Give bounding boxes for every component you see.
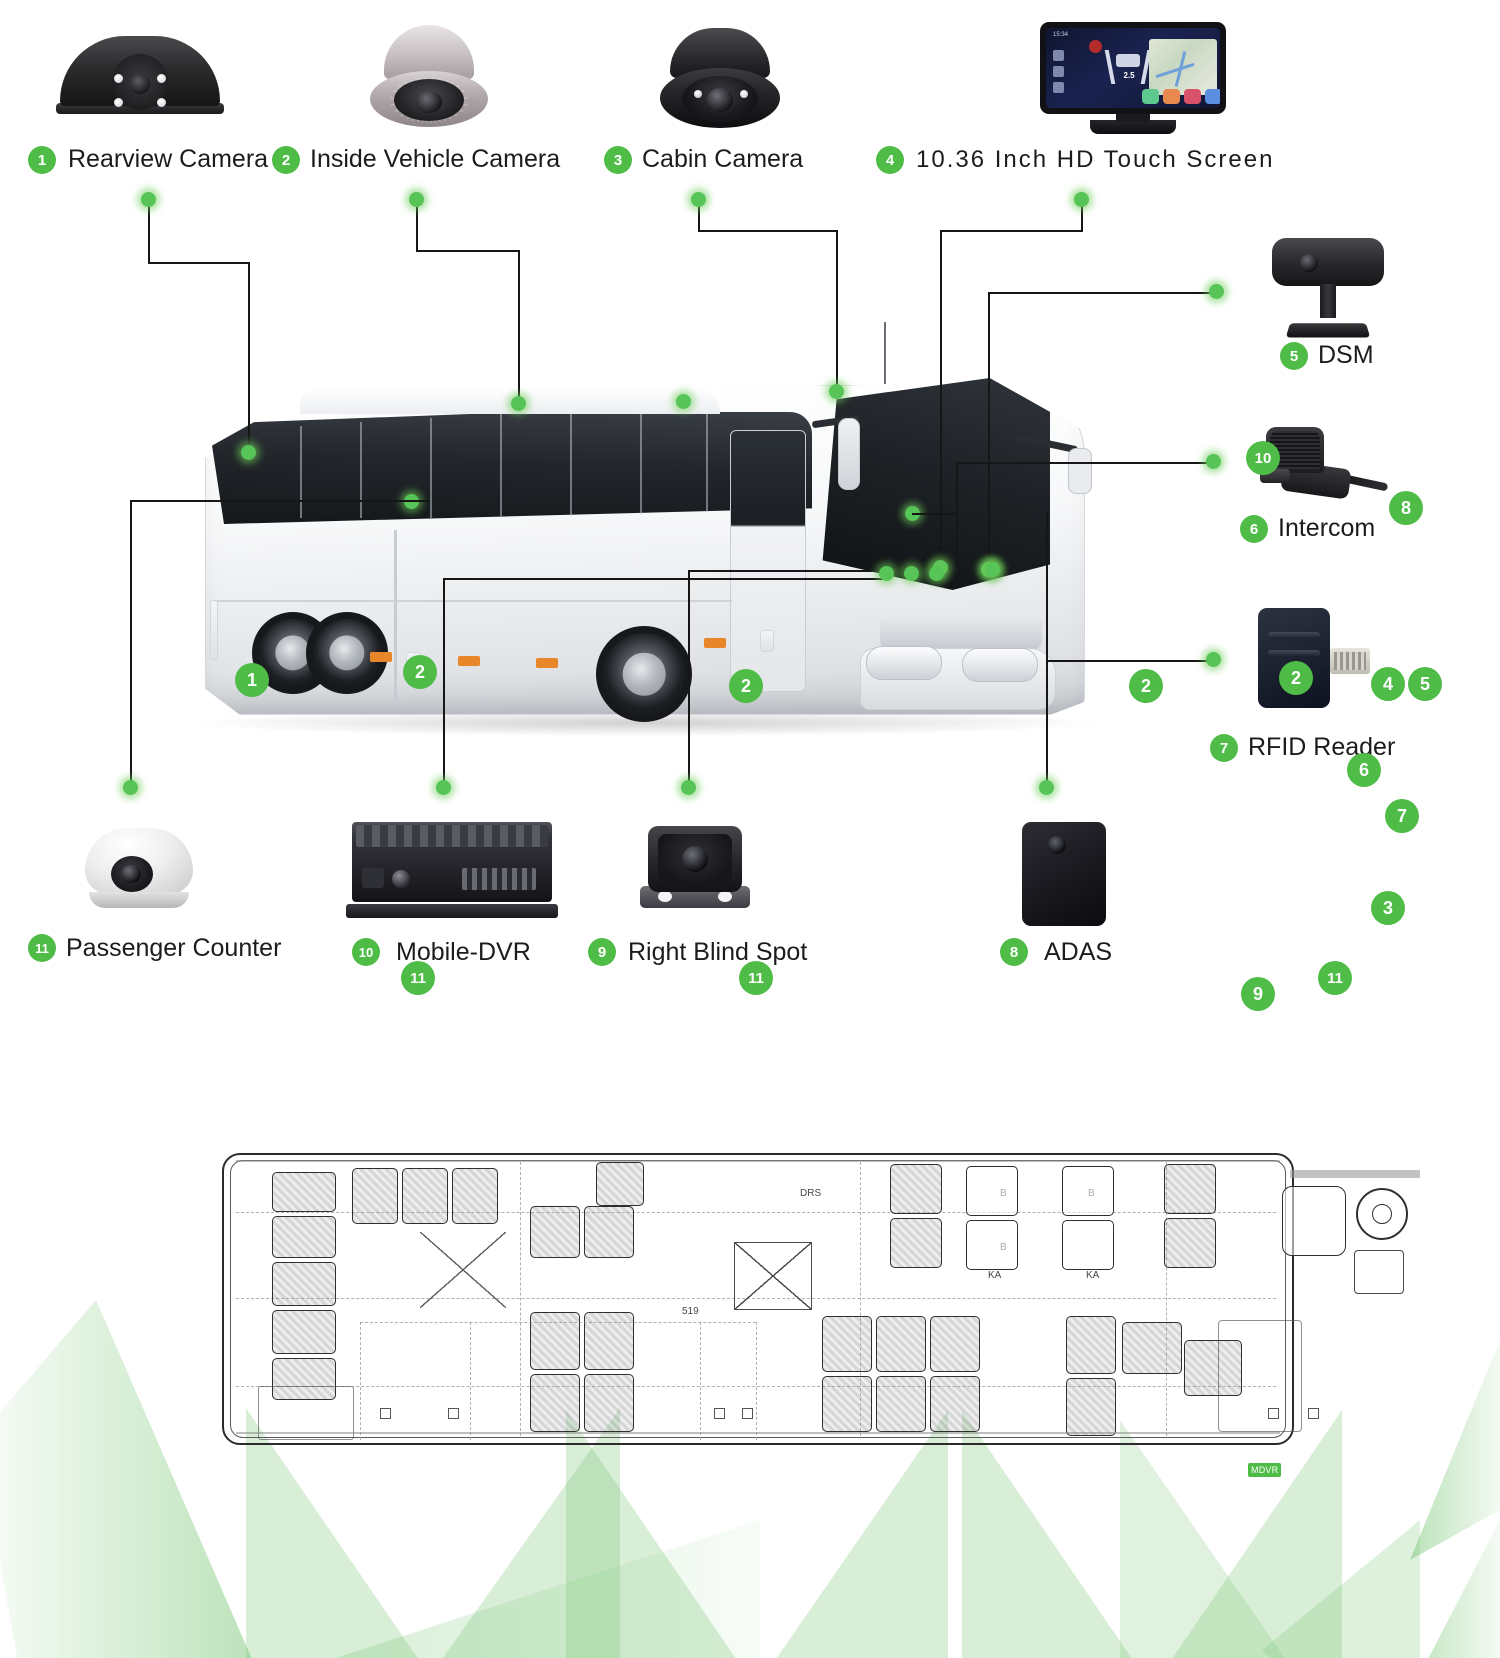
rfid-reader-icon xyxy=(1258,608,1370,708)
rearview-camera-icon xyxy=(56,28,224,114)
blind-spot-camera-icon xyxy=(640,826,750,918)
connector-line-9-v xyxy=(688,570,691,788)
legend-badge-8: 8 xyxy=(1000,938,1028,966)
mdvr-box-icon xyxy=(346,822,558,918)
legend-label-4: 10.36 Inch HD Touch Screen xyxy=(916,146,1275,173)
marker-inside-camera-a: 2 xyxy=(403,655,437,689)
connector-line-7-h xyxy=(1046,660,1216,663)
connector-line-6-h xyxy=(956,462,1216,465)
marker-passenger-counter-a: 11 xyxy=(401,961,435,995)
marker-touch-screen: 4 xyxy=(1371,667,1405,701)
connector-dot-8-label xyxy=(1039,780,1054,795)
connector-line-3-v2 xyxy=(836,230,839,390)
legend-badge-10: 10 xyxy=(352,938,380,966)
marker-cabin-camera: 3 xyxy=(1371,891,1405,925)
connector-line-8-v xyxy=(1046,512,1049,788)
legend-label-1: Rearview Camera xyxy=(68,145,269,173)
legend-label-3: Cabin Camera xyxy=(642,145,804,173)
legend-badge-6: 6 xyxy=(1240,515,1268,543)
legend-badge-9: 9 xyxy=(588,938,616,966)
connector-line-1-h xyxy=(148,262,250,265)
connector-line-2-h xyxy=(416,250,520,253)
connector-dot-7-label xyxy=(1206,652,1221,667)
marker-adas: 8 xyxy=(1389,491,1423,525)
marker-rfid-reader: 7 xyxy=(1385,799,1419,833)
connector-dot-3-bus xyxy=(829,384,844,399)
marker-right-blind-spot: 9 xyxy=(1241,977,1275,1011)
connector-line-10-v xyxy=(443,578,446,788)
connector-line-1-v1 xyxy=(148,200,151,264)
marker-dsm: 5 xyxy=(1408,667,1442,701)
marker-inside-camera-b: 2 xyxy=(729,669,763,703)
screen-speed-value: 2.5 xyxy=(1123,71,1135,80)
connector-line-2-v1 xyxy=(416,200,419,252)
connector-dot-2-bus xyxy=(511,396,526,411)
connector-line-1-v2 xyxy=(248,262,251,454)
connector-dot-10-label xyxy=(436,780,451,795)
infographic-root: 15:34 2.5 1 Rearview Camera 2 Inside Veh… xyxy=(0,0,1500,1658)
connector-dot-6-label xyxy=(1206,454,1221,469)
legend-label-6: Intercom xyxy=(1278,514,1376,542)
floorplan-label-ka-a: KA xyxy=(988,1270,1002,1281)
connector-dot-1-label xyxy=(141,192,156,207)
connector-line-10-h xyxy=(443,578,887,581)
passenger-counter-dome-icon xyxy=(85,828,193,908)
connector-dot-cluster-d xyxy=(985,562,1000,577)
connector-line-4-h xyxy=(940,230,1083,233)
marker-rearview-camera: 1 xyxy=(235,663,269,697)
legend-badge-7: 7 xyxy=(1210,734,1238,762)
connector-dot-cluster-a xyxy=(879,566,894,581)
legend-badge-2: 2 xyxy=(272,146,300,174)
connector-dot-1-bus xyxy=(241,445,256,460)
connector-dot-9-label xyxy=(681,780,696,795)
floorplan-label-ka-b: KA xyxy=(1086,1270,1100,1281)
connector-line-4-v2 xyxy=(940,230,943,568)
connector-dot-2-interior-b xyxy=(676,394,691,409)
legend-label-2: Inside Vehicle Camera xyxy=(310,145,561,173)
legend-badge-11: 11 xyxy=(28,934,56,962)
connector-line-6-v xyxy=(956,462,959,568)
legend-label-5: DSM xyxy=(1318,341,1374,369)
connector-line-2-v2 xyxy=(518,250,521,404)
adas-module-icon xyxy=(1022,822,1106,926)
connector-line-5-v xyxy=(988,292,991,570)
dome-camera-dark-icon xyxy=(660,28,780,132)
legend-badge-4: 4 xyxy=(876,146,904,174)
connector-line-5-h xyxy=(988,292,1216,295)
connector-dot-5-label xyxy=(1209,284,1224,299)
screen-clock: 15:34 xyxy=(1053,32,1069,38)
legend-label-11: Passenger Counter xyxy=(66,934,282,962)
connector-dot-2-label xyxy=(409,192,424,207)
marker-passenger-counter-b: 11 xyxy=(739,961,773,995)
bus-floorplan-diagram: DRS 519 KA KA B B B xyxy=(0,441,1500,1658)
marker-mobile-dvr: 10 xyxy=(1246,441,1280,475)
connector-line-3-h xyxy=(698,230,838,233)
legend-badge-5: 5 xyxy=(1280,342,1308,370)
connector-dot-cluster-c xyxy=(929,566,944,581)
legend-badge-1: 1 xyxy=(28,146,56,174)
marker-passenger-counter-c: 11 xyxy=(1318,961,1352,995)
floorplan-label-drs: DRS xyxy=(800,1188,822,1199)
dome-camera-icon xyxy=(370,25,488,133)
marker-inside-camera-c: 2 xyxy=(1129,669,1163,703)
connector-line-11-h xyxy=(130,500,430,503)
floorplan-label-519: 519 xyxy=(682,1306,699,1317)
connector-dot-cluster-b xyxy=(904,566,919,581)
intercom-mic-icon xyxy=(1258,425,1389,515)
connector-dot-3-label xyxy=(691,192,706,207)
dsm-camera-icon xyxy=(1272,238,1384,338)
legend-badge-3: 3 xyxy=(604,146,632,174)
legend-label-8: ADAS xyxy=(1044,938,1113,966)
connector-dot-4-label xyxy=(1074,192,1089,207)
marker-inside-camera-d: 2 xyxy=(1279,661,1313,695)
marker-intercom: 6 xyxy=(1347,753,1381,787)
screen-record-icon xyxy=(1089,40,1102,53)
touch-screen-icon: 15:34 2.5 xyxy=(1040,22,1226,134)
connector-line-6-h2 xyxy=(912,513,956,516)
connector-line-9-h xyxy=(688,570,888,573)
connector-line-11-v xyxy=(130,500,133,788)
connector-dot-11-label xyxy=(123,780,138,795)
legend-label-9: Right Blind Spot xyxy=(628,938,808,966)
floorplan-mdvr-tag: MDVR xyxy=(1248,1463,1282,1477)
